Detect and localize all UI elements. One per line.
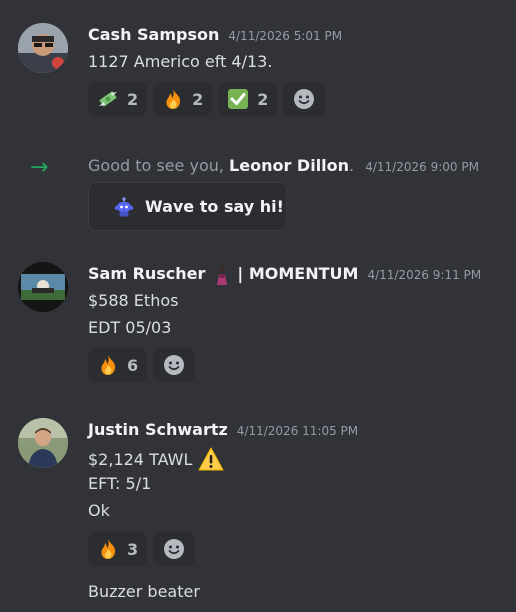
avatar-image [18, 23, 68, 73]
reaction-count: 6 [127, 355, 139, 375]
message-line: $2,124 TAWL [88, 447, 224, 471]
avatar-image [18, 262, 68, 312]
avatar[interactable] [18, 23, 68, 73]
warning-emoji-icon [198, 447, 224, 471]
avatar[interactable] [18, 418, 68, 468]
wave-button[interactable]: Wave to say hi! [88, 182, 287, 231]
wave-button-label: Wave to say hi! [145, 197, 284, 216]
join-arrow-icon: → [30, 155, 49, 180]
fire-emoji-icon [97, 538, 119, 560]
timestamp: 4/11/2026 9:11 PM [367, 268, 482, 282]
message-text: $2,124 TAWL [88, 449, 193, 469]
message-text: $588 Ethos [88, 291, 179, 310]
author-suffix[interactable]: | MOMENTUM [237, 264, 358, 283]
message-text: 1127 Americo eft 4/13. [88, 52, 273, 71]
add-reaction-button[interactable] [153, 532, 196, 566]
joined-user-name[interactable]: Leonor Dillon [229, 156, 349, 175]
smile-icon [164, 539, 185, 559]
join-text: Good to see you, Leonor Dillon. 4/11/202… [88, 156, 479, 175]
timestamp: 4/11/2026 9:00 PM [365, 160, 479, 174]
fire-emoji-icon [162, 88, 184, 110]
join-prefix: Good to see you, [88, 156, 230, 175]
fire-emoji-icon [97, 354, 119, 376]
smile-icon [294, 89, 315, 109]
person-emoji-icon [211, 264, 233, 286]
check-mark-button-emoji-icon [227, 88, 249, 110]
reaction-bar: 2 2 2 [88, 82, 326, 116]
reaction-count: 2 [127, 89, 139, 109]
join-suffix: . [349, 156, 355, 175]
author-name[interactable]: Justin Schwartz [88, 420, 228, 439]
reaction-check-mark[interactable]: 2 [218, 82, 278, 116]
reaction-count: 2 [257, 89, 269, 109]
reaction-fire[interactable]: 3 [88, 532, 148, 566]
reaction-money-wings[interactable]: 2 [88, 82, 148, 116]
timestamp: 4/11/2026 11:05 PM [236, 424, 359, 438]
author-name[interactable]: Sam Ruscher [88, 264, 205, 283]
reaction-bar: 6 [88, 348, 196, 382]
followup-message-text: Buzzer beater [88, 582, 200, 601]
add-reaction-button[interactable] [153, 348, 196, 382]
add-reaction-button[interactable] [283, 82, 326, 116]
reaction-count: 2 [192, 89, 204, 109]
reaction-count: 3 [127, 539, 139, 559]
message-text: EFT: 5/1 [88, 474, 152, 493]
money-wings-emoji-icon [97, 88, 119, 110]
reaction-fire[interactable]: 6 [88, 348, 148, 382]
message-text: Ok [88, 501, 110, 520]
avatar-image [18, 418, 68, 468]
timestamp: 4/11/2026 5:01 PM [228, 29, 343, 43]
reaction-bar: 3 [88, 532, 196, 566]
reaction-fire[interactable]: 2 [153, 82, 213, 116]
message-text: EDT 05/03 [88, 318, 172, 337]
avatar[interactable] [18, 262, 68, 312]
author-name[interactable]: Cash Sampson [88, 25, 219, 44]
smile-icon [164, 355, 185, 375]
wumpus-wave-icon [115, 196, 133, 216]
